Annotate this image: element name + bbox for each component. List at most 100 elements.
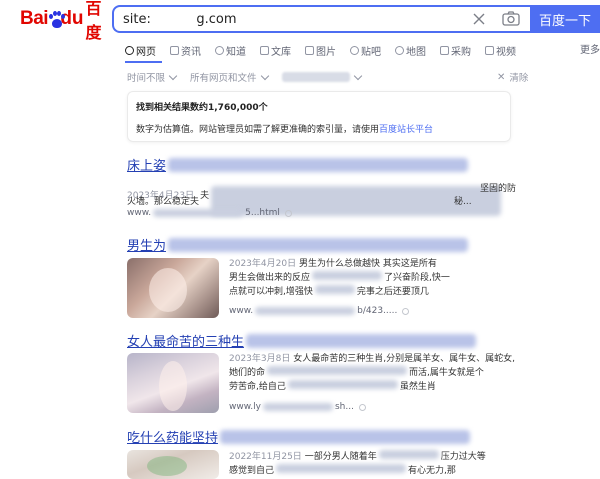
result-snippet: 2023年4月20日 男生为什么总做越快 其实这是所有 男生会做出来的反应 了兴奋… <box>229 258 519 299</box>
tab-tieba[interactable]: 贴吧 <box>350 41 381 59</box>
tab-label: 文库 <box>271 46 291 58</box>
search-result: 女人最命苦的三种生 <box>127 331 477 350</box>
result-title[interactable]: 吃什么药能坚持 <box>127 427 218 446</box>
tab-label: 资讯 <box>181 46 201 58</box>
note-text: 数字为估算值。网站管理员如需了解更准确的索引量，请使用 <box>136 125 380 135</box>
tab-images[interactable]: 图片 <box>305 41 336 59</box>
clear-search-icon[interactable] <box>472 12 486 26</box>
url-start: www. <box>127 208 152 218</box>
tab-zhidao[interactable]: 知道 <box>215 41 246 59</box>
snippet-text: 而活,属牛女就是个 <box>409 368 484 378</box>
blurred-url <box>262 403 333 411</box>
chevron-down-icon <box>168 71 178 80</box>
blurred-snippet <box>314 285 355 294</box>
url-start: www. <box>229 306 254 316</box>
result-date: 2022年11月25日 <box>229 452 302 462</box>
safety-dot-icon <box>284 209 292 217</box>
result-count-box: 找到相关结果数约1,760,000个 数字为估算值。网站管理员如需了解更准确的索… <box>127 91 511 142</box>
logo-text-cn: 百度 <box>85 0 102 42</box>
blurred-url <box>255 307 356 315</box>
chevron-down-icon <box>353 71 362 80</box>
tab-label: 网页 <box>136 46 156 58</box>
result-date: 2023年3月8日 <box>229 354 291 364</box>
snippet-text: 压力过大等 <box>440 452 486 462</box>
snippet-text: 女人最命苦的三种生肖,分别是属羊女、属牛女、属蛇女, <box>293 354 515 364</box>
snippet-text: 感觉到自己 <box>229 466 275 476</box>
tab-label: 图片 <box>316 46 336 58</box>
blurred-title <box>168 237 469 252</box>
result-title[interactable]: 床上姿 <box>127 155 166 174</box>
time-filter-label: 时间不限 <box>127 73 166 84</box>
paw-icon <box>49 10 66 28</box>
tab-more[interactable]: 更多 <box>580 41 600 56</box>
active-tab-underline <box>125 61 162 63</box>
result-thumbnail[interactable] <box>127 258 219 318</box>
snippet-text: 一部分男人随着年 <box>304 452 377 462</box>
tab-wenku[interactable]: 文库 <box>260 41 291 59</box>
search-result: 男生为 <box>127 235 469 254</box>
tab-video[interactable]: 视频 <box>485 41 516 59</box>
search-result: 吃什么药能坚持 <box>127 427 471 446</box>
snippet-text: 她们的命 <box>229 368 266 378</box>
snippet-text: 夫 <box>200 190 210 201</box>
baidu-search-page: Bai du 百度 百度一下 网页 资讯 知道 文库 图片 贴吧 地图 采购 视… <box>0 0 600 479</box>
result-url[interactable]: www. b/423..... <box>229 306 410 316</box>
shop-icon <box>440 45 449 55</box>
blurred-snippet <box>312 271 383 280</box>
snippet-text: 坚固的防 <box>480 184 517 194</box>
camera-icon[interactable] <box>502 11 520 26</box>
tab-map[interactable]: 地图 <box>395 41 426 59</box>
search-filters: 时间不限 所有网页和文件 <box>127 70 375 84</box>
tab-news[interactable]: 资讯 <box>170 41 201 59</box>
baidu-logo[interactable]: Bai du 百度 <box>20 0 106 42</box>
tab-web[interactable]: 网页 <box>125 41 156 59</box>
news-icon <box>170 45 179 55</box>
video-icon <box>485 45 494 55</box>
search-tabs: 网页 资讯 知道 文库 图片 贴吧 地图 采购 视频 <box>125 41 530 59</box>
result-title[interactable]: 男生为 <box>127 235 166 254</box>
blurred-title <box>246 333 477 348</box>
result-url[interactable]: www. 5...html <box>127 208 292 218</box>
snippet-text: 完事之后还要顶几 <box>356 287 429 297</box>
snippet-text: 秘... <box>454 197 472 207</box>
site-filter[interactable] <box>281 70 362 84</box>
snippet-text: 男生会做出来的反应 <box>229 273 311 283</box>
tab-label: 地图 <box>406 46 426 58</box>
snippet-text: 其实这是所有 <box>382 259 437 269</box>
blurred-title <box>220 429 471 444</box>
result-thumbnail[interactable] <box>127 353 219 413</box>
search-button[interactable]: 百度一下 <box>530 5 600 33</box>
time-filter[interactable]: 时间不限 <box>127 70 178 84</box>
result-thumbnail[interactable] <box>127 450 219 479</box>
search-box <box>112 5 530 33</box>
document-icon <box>260 45 269 55</box>
chevron-down-icon <box>260 71 269 80</box>
snippet-text: 了兴奋阶段,快一 <box>384 273 450 283</box>
url-end: b/423..... <box>357 306 398 316</box>
url-end: sh... <box>334 402 354 412</box>
chat-icon <box>350 45 359 55</box>
snippet-text: 火墙。那么稳定夫 <box>127 197 200 207</box>
snippet-text: 有心无力,那 <box>408 466 456 476</box>
snippet-text: 虽然生肖 <box>399 382 436 392</box>
clear-filter-button[interactable]: ✕ 清除 <box>497 70 528 85</box>
map-pin-icon <box>395 45 404 55</box>
tab-purchase[interactable]: 采购 <box>440 41 471 59</box>
tab-label: 采购 <box>451 46 471 58</box>
result-url[interactable]: www.ly sh... <box>229 402 366 412</box>
search-input[interactable] <box>123 11 463 27</box>
url-start: www.ly <box>229 402 261 412</box>
webmaster-platform-link[interactable]: 百度站长平台 <box>379 125 433 135</box>
close-icon: ✕ <box>497 71 506 83</box>
blurred-snippet <box>276 464 407 473</box>
result-count: 找到相关结果数约1,760,000个 <box>136 103 268 113</box>
blurred-snippet <box>267 366 408 375</box>
search-icon <box>125 45 134 55</box>
filetype-filter[interactable]: 所有网页和文件 <box>190 70 269 84</box>
filetype-filter-label: 所有网页和文件 <box>190 73 257 84</box>
result-title[interactable]: 女人最命苦的三种生 <box>127 331 244 350</box>
result-count-note: 数字为估算值。网站管理员如需了解更准确的索引量，请使用百度站长平台 <box>136 122 502 135</box>
question-icon <box>215 45 224 55</box>
safety-dot-icon <box>358 403 366 411</box>
tab-label: 知道 <box>226 46 246 58</box>
